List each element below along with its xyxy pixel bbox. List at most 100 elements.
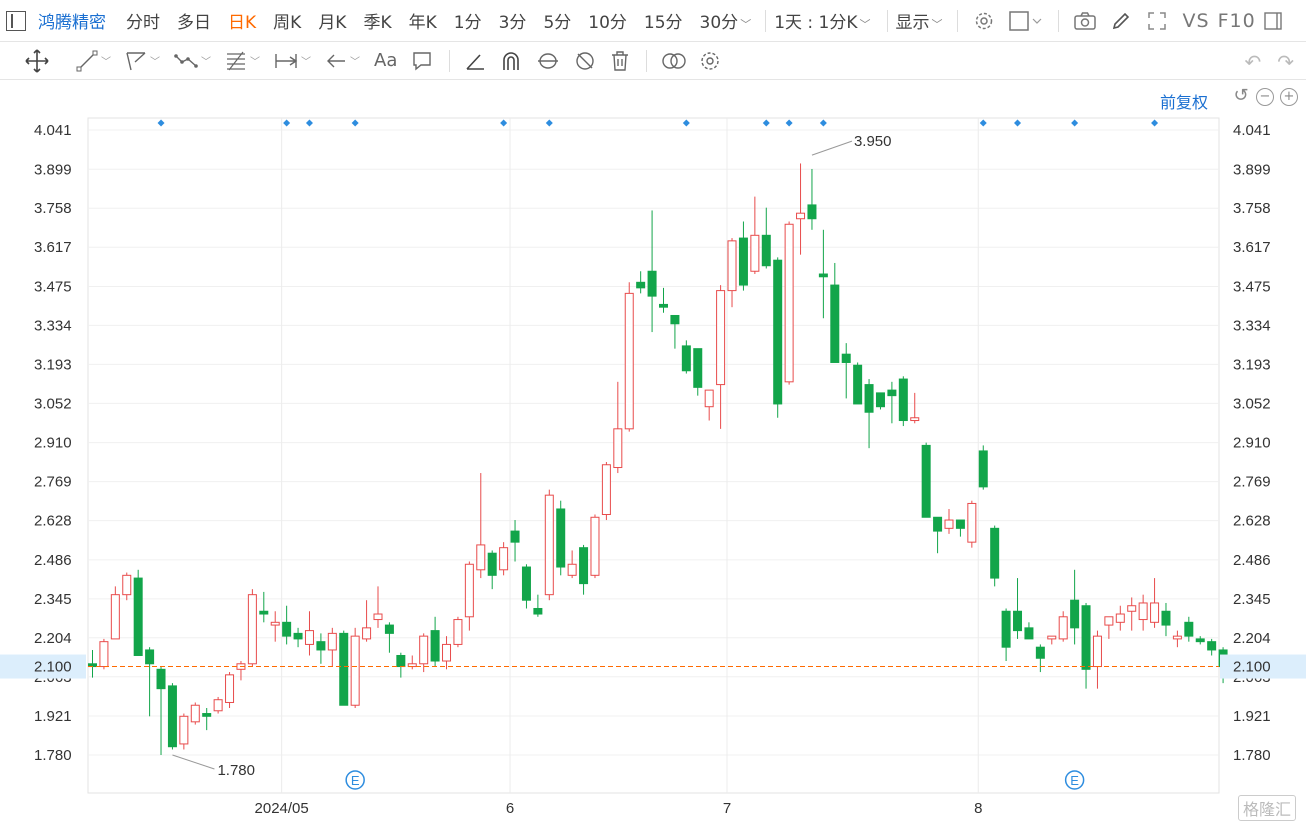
reset-zoom-icon[interactable]: ↺ (1232, 87, 1250, 106)
candle-body (202, 713, 212, 717)
redo-icon[interactable]: ↷ (1277, 50, 1294, 74)
candle (156, 666, 166, 755)
sync-drawing-icon[interactable] (536, 42, 560, 80)
plot-frame (87, 117, 1220, 794)
tab-30min[interactable]: 30分 ﹀ (700, 8, 752, 33)
display-select[interactable]: 显示 ﹀ (896, 8, 943, 33)
candle (99, 638, 109, 670)
watermark-logo: 格隆汇 (1237, 795, 1296, 821)
candle-body (339, 632, 349, 706)
tab-quarterly-k[interactable]: 季K (363, 8, 391, 33)
pencil-icon[interactable] (1110, 10, 1132, 32)
tab-intraday[interactable]: 分时 (126, 8, 160, 33)
candle-body (693, 348, 703, 388)
chevron-down-icon: ﹀ (201, 57, 211, 68)
candle (1013, 578, 1023, 639)
comment-tool-icon[interactable] (411, 42, 433, 80)
undo-icon[interactable]: ↶ (1244, 50, 1261, 74)
candle-body (1001, 610, 1011, 648)
y-tick-label-right: 2.628 (1233, 513, 1271, 530)
magnet-icon[interactable] (500, 42, 522, 80)
chevron-down-icon: ﹀ (101, 57, 111, 68)
candle (293, 627, 303, 648)
line-tool-icon[interactable]: ﹀ (76, 42, 111, 80)
zoom-out-icon[interactable]: − (1256, 88, 1274, 106)
vs-button[interactable]: VS (1183, 10, 1210, 32)
wave-tool-icon[interactable]: ﹀ (174, 42, 211, 80)
candle-body (818, 273, 828, 278)
candle-body (396, 654, 406, 668)
candle (921, 442, 931, 518)
candle-body (1081, 605, 1091, 670)
candle (853, 362, 863, 405)
candle (476, 473, 486, 579)
fullscreen-icon[interactable] (1146, 10, 1168, 32)
chart-settings-gear-icon[interactable] (699, 42, 721, 80)
y-tick-label-right: 1.921 (1233, 708, 1271, 725)
zoom-in-icon[interactable]: + (1280, 88, 1298, 106)
camera-icon[interactable] (1073, 10, 1096, 32)
candle-body (955, 519, 965, 529)
stock-name[interactable]: 鸿腾精密 (38, 8, 106, 33)
compare-icon[interactable] (661, 42, 687, 80)
candle (738, 221, 748, 291)
panel-toggle-icon[interactable] (1262, 10, 1284, 32)
move-cross-icon[interactable] (24, 42, 50, 80)
candle (636, 271, 646, 294)
candle-body (304, 630, 314, 645)
arrow-tool-icon[interactable]: ﹀ (325, 42, 360, 80)
hide-drawing-icon[interactable] (574, 42, 596, 80)
tab-1min[interactable]: 1分 (454, 8, 482, 33)
y-tick-label-left: 1.780 (34, 747, 72, 764)
f10-button[interactable]: F10 (1218, 10, 1256, 32)
candle-body (1195, 638, 1205, 643)
tab-5min[interactable]: 5分 (543, 8, 571, 33)
event-marker-diamond (283, 119, 291, 127)
tab-yearly-k[interactable]: 年K (409, 8, 437, 33)
candle (1058, 611, 1068, 642)
text-tool-icon[interactable]: Aa (374, 42, 397, 80)
tab-15min[interactable]: 15分 (644, 8, 683, 33)
candle (647, 210, 657, 333)
tab-weekly-k[interactable]: 周K (273, 8, 301, 33)
settings-gear-icon[interactable] (973, 10, 995, 32)
candle-body (133, 577, 143, 656)
layout-square-icon[interactable] (1008, 10, 1043, 32)
candle (818, 229, 828, 319)
candle (864, 379, 874, 449)
candle (875, 392, 885, 410)
candle (898, 376, 908, 427)
channel-tool-icon[interactable]: ﹀ (125, 42, 160, 80)
candle (350, 627, 360, 709)
measure-tool-icon[interactable]: ﹀ (274, 42, 311, 80)
tab-10min[interactable]: 10分 (588, 8, 627, 33)
divider (886, 9, 888, 32)
candle-body (167, 685, 177, 748)
angle-tool-icon[interactable] (464, 42, 486, 80)
divider (765, 9, 767, 32)
candle-body (327, 632, 337, 651)
candle-body (533, 607, 543, 615)
y-tick-label-left: 3.334 (34, 317, 72, 334)
divider (1057, 9, 1059, 32)
price-adjust-toggle[interactable]: 前复权 (1160, 89, 1208, 113)
trash-icon[interactable] (610, 42, 630, 80)
candle (122, 572, 132, 601)
tab-daily-k[interactable]: 日K (228, 8, 256, 33)
zoom-controls: ↺ − + (1232, 87, 1298, 106)
y-tick-label-right: 3.475 (1233, 278, 1271, 295)
tab-monthly-k[interactable]: 月K (318, 8, 346, 33)
tab-3min[interactable]: 3分 (499, 8, 527, 33)
fibonacci-tool-icon[interactable]: ﹀ (225, 42, 260, 80)
candlestick-chart[interactable]: 4.041 4.041 3.899 3.899 3.758 3.758 3.617 3.617… (0, 0, 1306, 829)
candle (464, 561, 474, 631)
event-marker-diamond (305, 119, 313, 127)
candle (442, 636, 452, 670)
candle-body (190, 704, 200, 723)
candle-body (990, 527, 1000, 579)
sidebar-toggle-icon[interactable] (6, 10, 26, 31)
period-select[interactable]: 1天 : 1分K ﹀ (774, 8, 870, 33)
tab-multi-day[interactable]: 多日 (177, 8, 211, 33)
y-tick-label-right: 2.204 (1233, 630, 1271, 647)
candle-body (601, 464, 611, 516)
